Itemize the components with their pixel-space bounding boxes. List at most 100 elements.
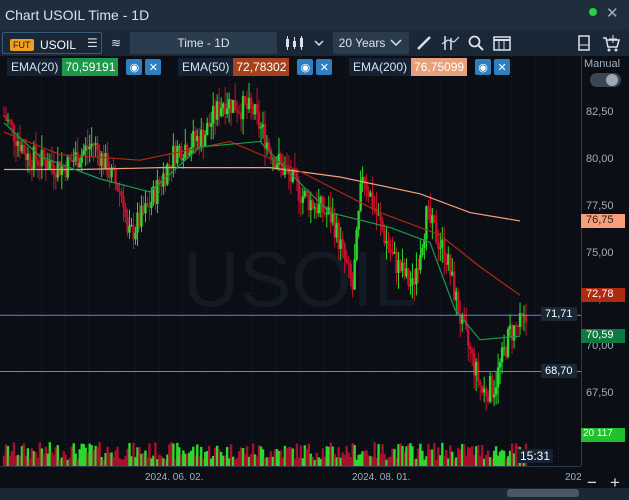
candle-body — [255, 104, 259, 112]
price-label: 72,78 — [581, 288, 625, 303]
close-icon[interactable]: ✕ — [316, 59, 333, 75]
candle-body — [467, 328, 470, 346]
candle-body — [68, 156, 71, 160]
x-axis[interactable] — [0, 466, 581, 488]
close-icon[interactable]: ✕ — [494, 59, 511, 75]
pencil-icon[interactable] — [413, 32, 435, 54]
basket-icon[interactable] — [598, 32, 624, 54]
candle-body — [124, 207, 127, 218]
indicator-ema200: EMA(200) 76,75099 ◉ ✕ — [349, 57, 511, 77]
candle-body — [4, 115, 8, 121]
candle-body — [78, 162, 81, 168]
candle-body — [146, 203, 149, 206]
compare-icon[interactable]: ≋ — [106, 32, 126, 54]
candle-body — [419, 254, 422, 270]
indicator-label: EMA(50) — [178, 58, 234, 76]
ema200-line — [4, 167, 521, 222]
close-icon[interactable]: ✕ — [606, 4, 619, 22]
scrollbar[interactable] — [0, 488, 629, 500]
close-icon[interactable]: ✕ — [145, 59, 162, 75]
scrollbar-thumb[interactable] — [507, 489, 579, 497]
candle-body — [506, 329, 510, 357]
candle-body — [496, 367, 500, 388]
candle-body — [500, 347, 504, 363]
candle-body — [225, 108, 229, 115]
indicator-value: 76,75099 — [411, 58, 468, 76]
candle-body — [409, 284, 412, 286]
y-tick: 75,00 — [586, 246, 614, 259]
candle-body — [371, 192, 374, 208]
range-selector[interactable]: 20 Years — [333, 32, 409, 54]
search-icon[interactable] — [465, 32, 487, 54]
candle-body — [389, 248, 392, 253]
candle-body — [469, 345, 472, 350]
candle-body — [204, 134, 207, 147]
candle-body — [365, 183, 368, 191]
candle-body — [72, 160, 75, 162]
candle-body — [96, 142, 99, 151]
candle-body — [28, 153, 32, 167]
symbol-selector[interactable]: FUT USOIL ☰ — [2, 32, 102, 54]
indicator-label: EMA(20) — [7, 58, 63, 76]
eye-icon[interactable]: ◉ — [297, 59, 314, 75]
y-tick: 80,00 — [586, 153, 614, 166]
title-bar: Chart USOIL Time - 1D ✕ — [0, 0, 629, 30]
candle-body — [233, 100, 237, 111]
candle-body — [190, 147, 193, 154]
candle-body — [36, 160, 40, 166]
candle-body — [421, 247, 424, 255]
eye-icon[interactable]: ◉ — [126, 59, 143, 75]
symbol-label: USOIL — [40, 38, 77, 52]
candle-body — [437, 242, 440, 249]
candle-body — [471, 349, 474, 354]
price-label: 70,59 — [581, 329, 625, 344]
candle-body — [44, 159, 48, 170]
candle-body — [128, 225, 131, 233]
candle-body — [267, 142, 271, 150]
x-tick: 2024. 06. 02. — [145, 472, 204, 483]
candle-body — [484, 388, 488, 397]
indicator-ema50: EMA(50) 72,78302 ◉ ✕ — [178, 57, 333, 77]
candle-body — [279, 153, 283, 163]
toggle-knob — [606, 74, 618, 86]
candle-body — [359, 183, 362, 211]
candle-body — [82, 150, 85, 155]
eye-icon[interactable]: ◉ — [475, 59, 492, 75]
candle-body — [415, 268, 418, 285]
timeframe-selector[interactable]: Time - 1D — [130, 32, 277, 54]
list-icon[interactable]: ☰ — [87, 36, 98, 50]
candle-body — [490, 375, 494, 398]
candle-body — [116, 183, 119, 192]
scale-mode-toggle[interactable] — [590, 73, 621, 87]
hline-label: 71,71 — [541, 307, 577, 322]
layout-icon[interactable] — [490, 32, 514, 54]
candle-body — [257, 111, 261, 129]
candle-body — [514, 325, 518, 327]
candle-body — [325, 213, 328, 215]
range-label: 20 Years — [338, 36, 386, 50]
price-label: 76,75 — [581, 213, 625, 228]
candle-body — [345, 259, 348, 263]
candle-body — [182, 158, 185, 161]
status-dot-icon — [589, 8, 597, 16]
price-chart[interactable]: USOIL — [0, 56, 581, 466]
candle-body — [176, 146, 179, 164]
x-tick: 2024. 08. 01. — [352, 472, 411, 483]
candle-body — [22, 144, 26, 154]
save-icon[interactable] — [573, 32, 595, 54]
chart-area[interactable]: USOIL — [0, 56, 581, 466]
candle-body — [353, 259, 356, 290]
candle-type-selector[interactable] — [281, 32, 329, 54]
candle-body — [349, 263, 352, 279]
y-tick: 82,50 — [586, 106, 614, 119]
candle-body — [427, 206, 430, 208]
candle-body — [478, 381, 482, 386]
candle-body — [433, 215, 436, 223]
candle-body — [379, 214, 382, 221]
candle-body — [88, 146, 91, 150]
candle-body — [301, 196, 305, 203]
indicator-icon[interactable] — [438, 32, 462, 54]
candle-body — [492, 394, 496, 398]
candle-body — [188, 153, 191, 156]
candle-body — [8, 119, 12, 122]
